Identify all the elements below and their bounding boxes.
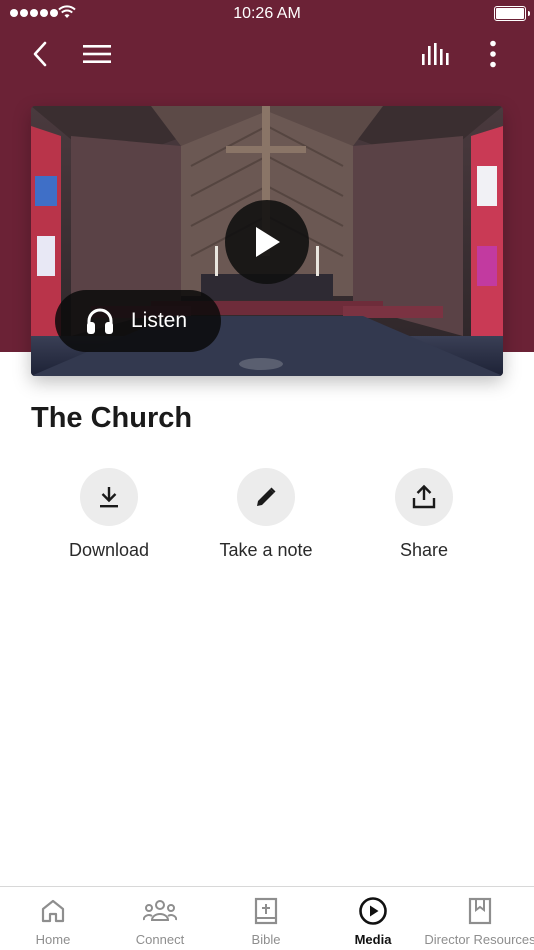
home-icon xyxy=(41,899,65,923)
download-button[interactable]: Download xyxy=(29,468,189,561)
pencil-icon xyxy=(257,487,276,506)
take-note-label: Take a note xyxy=(219,540,313,560)
take-note-button[interactable]: Take a note xyxy=(186,468,346,561)
download-label: Download xyxy=(68,540,150,560)
bookmark-book-icon xyxy=(468,897,492,925)
bible-icon xyxy=(254,897,278,925)
back-icon xyxy=(33,41,47,67)
play-button[interactable] xyxy=(225,200,309,284)
video-thumbnail[interactable]: Listen xyxy=(31,106,503,376)
tab-media-label: Media xyxy=(354,932,392,947)
tab-bible[interactable]: Bible xyxy=(221,887,311,950)
take-note-circle[interactable] xyxy=(237,468,295,526)
listen-button[interactable]: Listen xyxy=(55,290,221,352)
audio-settings-button[interactable] xyxy=(416,36,456,72)
tab-bible-label: Bible xyxy=(251,932,281,947)
tab-media[interactable]: Media xyxy=(328,887,418,950)
share-circle[interactable] xyxy=(395,468,453,526)
back-button[interactable] xyxy=(22,36,58,72)
download-circle[interactable] xyxy=(80,468,138,526)
page-title: The Church xyxy=(31,402,193,434)
menu-button[interactable] xyxy=(78,36,116,72)
more-options-button[interactable] xyxy=(478,36,508,72)
equalizer-icon xyxy=(422,43,449,65)
tab-home[interactable]: Home xyxy=(8,887,98,950)
status-time: 10:26 AM xyxy=(233,5,301,22)
people-icon xyxy=(143,900,177,921)
listen-label: Listen xyxy=(131,309,188,332)
headphones-icon xyxy=(87,308,113,334)
more-vertical-icon xyxy=(490,40,496,68)
status-bar: 10:26 AM xyxy=(0,0,534,28)
tab-connect-label: Connect xyxy=(135,932,185,947)
tab-home-label: Home xyxy=(35,932,71,947)
share-button[interactable]: Share xyxy=(344,468,504,561)
play-icon xyxy=(256,227,280,257)
tab-bar: Home Connect Bible Media Director Resour… xyxy=(0,886,534,950)
tab-director-resources-label: Director Resources xyxy=(424,932,534,947)
share-label: Share xyxy=(399,540,449,560)
play-circle-icon xyxy=(359,897,387,925)
share-icon xyxy=(412,484,436,509)
battery-icon xyxy=(494,6,530,21)
hamburger-menu-icon xyxy=(83,45,111,63)
download-icon xyxy=(100,487,118,508)
tab-director-resources[interactable]: Director Resources xyxy=(424,887,534,950)
tab-connect[interactable]: Connect xyxy=(115,887,205,950)
